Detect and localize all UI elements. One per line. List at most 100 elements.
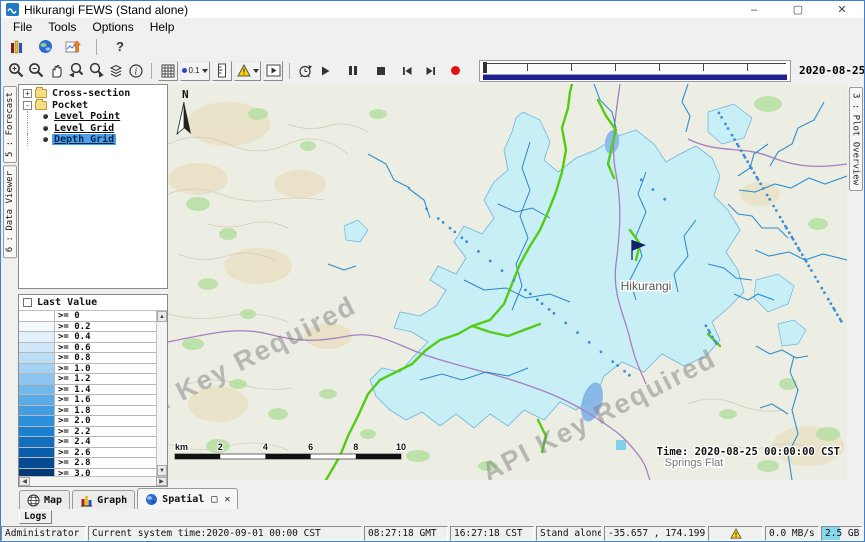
svg-text:10: 10 — [396, 442, 406, 452]
tab-plot-overview[interactable]: 3 : Plot Overview — [849, 87, 863, 191]
legend-row[interactable]: >= 2.6 — [19, 448, 156, 459]
time-span-bar — [483, 74, 787, 80]
grid-display-button[interactable] — [158, 61, 178, 81]
play-button[interactable] — [315, 61, 335, 81]
help-button[interactable]: ? — [110, 37, 130, 57]
menu-help[interactable]: Help — [142, 19, 183, 35]
tree-view: +Cross-section-PocketLevel PointLevel Gr… — [18, 84, 168, 289]
status-warning-cell[interactable]: ! — [708, 526, 763, 541]
globe-explorer-icon[interactable] — [35, 37, 55, 57]
legend-row[interactable]: >= 1.6 — [19, 395, 156, 406]
tree-toggle-icon[interactable]: + — [23, 89, 32, 98]
tab-data-viewer[interactable]: 6 : Data Viewer — [3, 165, 17, 258]
toolbar-separator — [289, 63, 290, 79]
legend-row[interactable]: >= 0.8 — [19, 353, 156, 364]
time-slider[interactable] — [479, 60, 791, 82]
legend-row[interactable]: >= 1.8 — [19, 406, 156, 417]
legend-label: >= 1.0 — [55, 364, 156, 374]
legend-row[interactable]: >= 1.2 — [19, 374, 156, 385]
legend-row[interactable]: >= 0.4 — [19, 332, 156, 343]
map-canvas[interactable]: API Key Required API Key Required Hikura… — [168, 84, 847, 480]
legend-label: >= 0.8 — [55, 353, 156, 363]
legend-label: >= 1.2 — [55, 374, 156, 384]
warning-icon: ! — [730, 528, 742, 539]
step-forward-button[interactable] — [421, 61, 441, 81]
status-data-rate: 0.0 MB/s — [765, 526, 819, 541]
legend-row[interactable]: >= 1.4 — [19, 385, 156, 396]
toolbar-separator — [151, 63, 152, 79]
status-user: Administrator — [1, 526, 86, 541]
database-icon[interactable] — [7, 37, 27, 57]
legend-color-swatch — [19, 332, 55, 342]
tree-item-pocket[interactable]: -Pocket — [22, 100, 167, 112]
pan-hand-icon[interactable] — [46, 61, 66, 81]
zoom-next-icon[interactable] — [86, 61, 106, 81]
warnings-button[interactable]: ! — [234, 61, 261, 81]
tab-forecast[interactable]: 5 : Forecast — [3, 86, 17, 163]
tab-graph[interactable]: Graph — [72, 490, 135, 509]
tree-item-level-point[interactable]: Level Point — [22, 111, 167, 123]
chart-export-icon[interactable] — [63, 37, 83, 57]
svg-text:i: i — [135, 67, 138, 77]
tree-item-depth-grid[interactable]: Depth Grid — [22, 134, 167, 146]
maximize-button[interactable]: ▢ — [776, 1, 820, 18]
scroll-right-icon[interactable]: ▶ — [156, 477, 167, 486]
scroll-down-icon[interactable]: ▼ — [157, 465, 167, 476]
legend-row[interactable]: >= 2.2 — [19, 427, 156, 438]
menu-file[interactable]: File — [5, 19, 40, 35]
tree-toggle-icon[interactable]: - — [23, 101, 32, 110]
tab-map[interactable]: Map — [19, 490, 70, 509]
status-memory: 2.5 GB — [821, 526, 862, 541]
legend-row[interactable]: >= 3.0 — [19, 469, 156, 477]
time-loop-icon[interactable] — [295, 61, 315, 81]
tab-graph-label: Graph — [97, 495, 127, 506]
minimize-button[interactable]: – — [732, 1, 776, 18]
view-tab-bar: Map Graph Spatial □ ✕ — [1, 487, 864, 509]
legend-horizontal-scrollbar[interactable]: ◀ ▶ — [19, 476, 167, 486]
legend-row[interactable]: >= 2.0 — [19, 416, 156, 427]
legend-row[interactable]: >= 1.0 — [19, 364, 156, 375]
layers-icon[interactable] — [106, 61, 126, 81]
last-value-checkbox[interactable] — [23, 298, 32, 307]
record-button[interactable] — [445, 61, 465, 81]
status-coordinates: -35.657 , 174.199 — [604, 526, 706, 541]
right-tab-strip: 3 : Plot Overview — [847, 84, 864, 487]
zoom-in-icon[interactable] — [6, 61, 26, 81]
main-area: 5 : Forecast 6 : Data Viewer +Cross-sect… — [1, 84, 864, 487]
menu-tools[interactable]: Tools — [40, 19, 84, 35]
classbreak-interval-button[interactable]: 0.1 — [180, 61, 210, 81]
interval-dot-icon — [182, 68, 187, 73]
step-back-button[interactable] — [397, 61, 417, 81]
tab-restore-icon[interactable]: □ — [211, 494, 217, 505]
stop-button[interactable] — [371, 61, 391, 81]
zoom-previous-icon[interactable] — [66, 61, 86, 81]
info-icon[interactable]: i — [126, 61, 146, 81]
scroll-up-icon[interactable]: ▲ — [157, 311, 167, 322]
animation-window-button[interactable] — [263, 61, 283, 81]
status-gmt-time: 08:27:18 GMT — [364, 526, 448, 541]
tree-item-cross-section[interactable]: +Cross-section — [22, 88, 167, 100]
logs-button[interactable]: Logs — [19, 510, 52, 524]
legend-rows: >= 0>= 0.2>= 0.4>= 0.6>= 0.8>= 1.0>= 1.2… — [19, 311, 156, 476]
current-time-label: 2020-08-25 00:00:00 CST — [799, 64, 865, 77]
close-button[interactable]: ✕ — [820, 1, 864, 18]
pause-button[interactable] — [343, 61, 363, 81]
legend-row[interactable]: >= 2.8 — [19, 458, 156, 469]
tree-item-label: Level Grid — [52, 123, 116, 134]
scroll-left-icon[interactable]: ◀ — [19, 477, 30, 486]
tab-close-icon[interactable]: ✕ — [224, 494, 230, 505]
map-viewport[interactable]: API Key Required API Key Required Hikura… — [168, 84, 847, 487]
legend-row[interactable]: >= 0.2 — [19, 322, 156, 333]
legend-label: >= 1.4 — [55, 385, 156, 395]
time-slider-thumb[interactable] — [483, 62, 487, 73]
legend-title: Last Value — [37, 297, 97, 308]
legend-row[interactable]: >= 2.4 — [19, 437, 156, 448]
legend-row[interactable]: >= 0.6 — [19, 343, 156, 354]
zoom-out-icon[interactable] — [26, 61, 46, 81]
legend-vertical-scrollbar[interactable]: ▲ ▼ — [156, 311, 167, 476]
menu-options[interactable]: Options — [84, 19, 141, 35]
tab-spatial[interactable]: Spatial □ ✕ — [137, 488, 238, 509]
tree-item-level-grid[interactable]: Level Grid — [22, 123, 167, 135]
ruler-button[interactable] — [212, 61, 232, 81]
legend-row[interactable]: >= 0 — [19, 311, 156, 322]
